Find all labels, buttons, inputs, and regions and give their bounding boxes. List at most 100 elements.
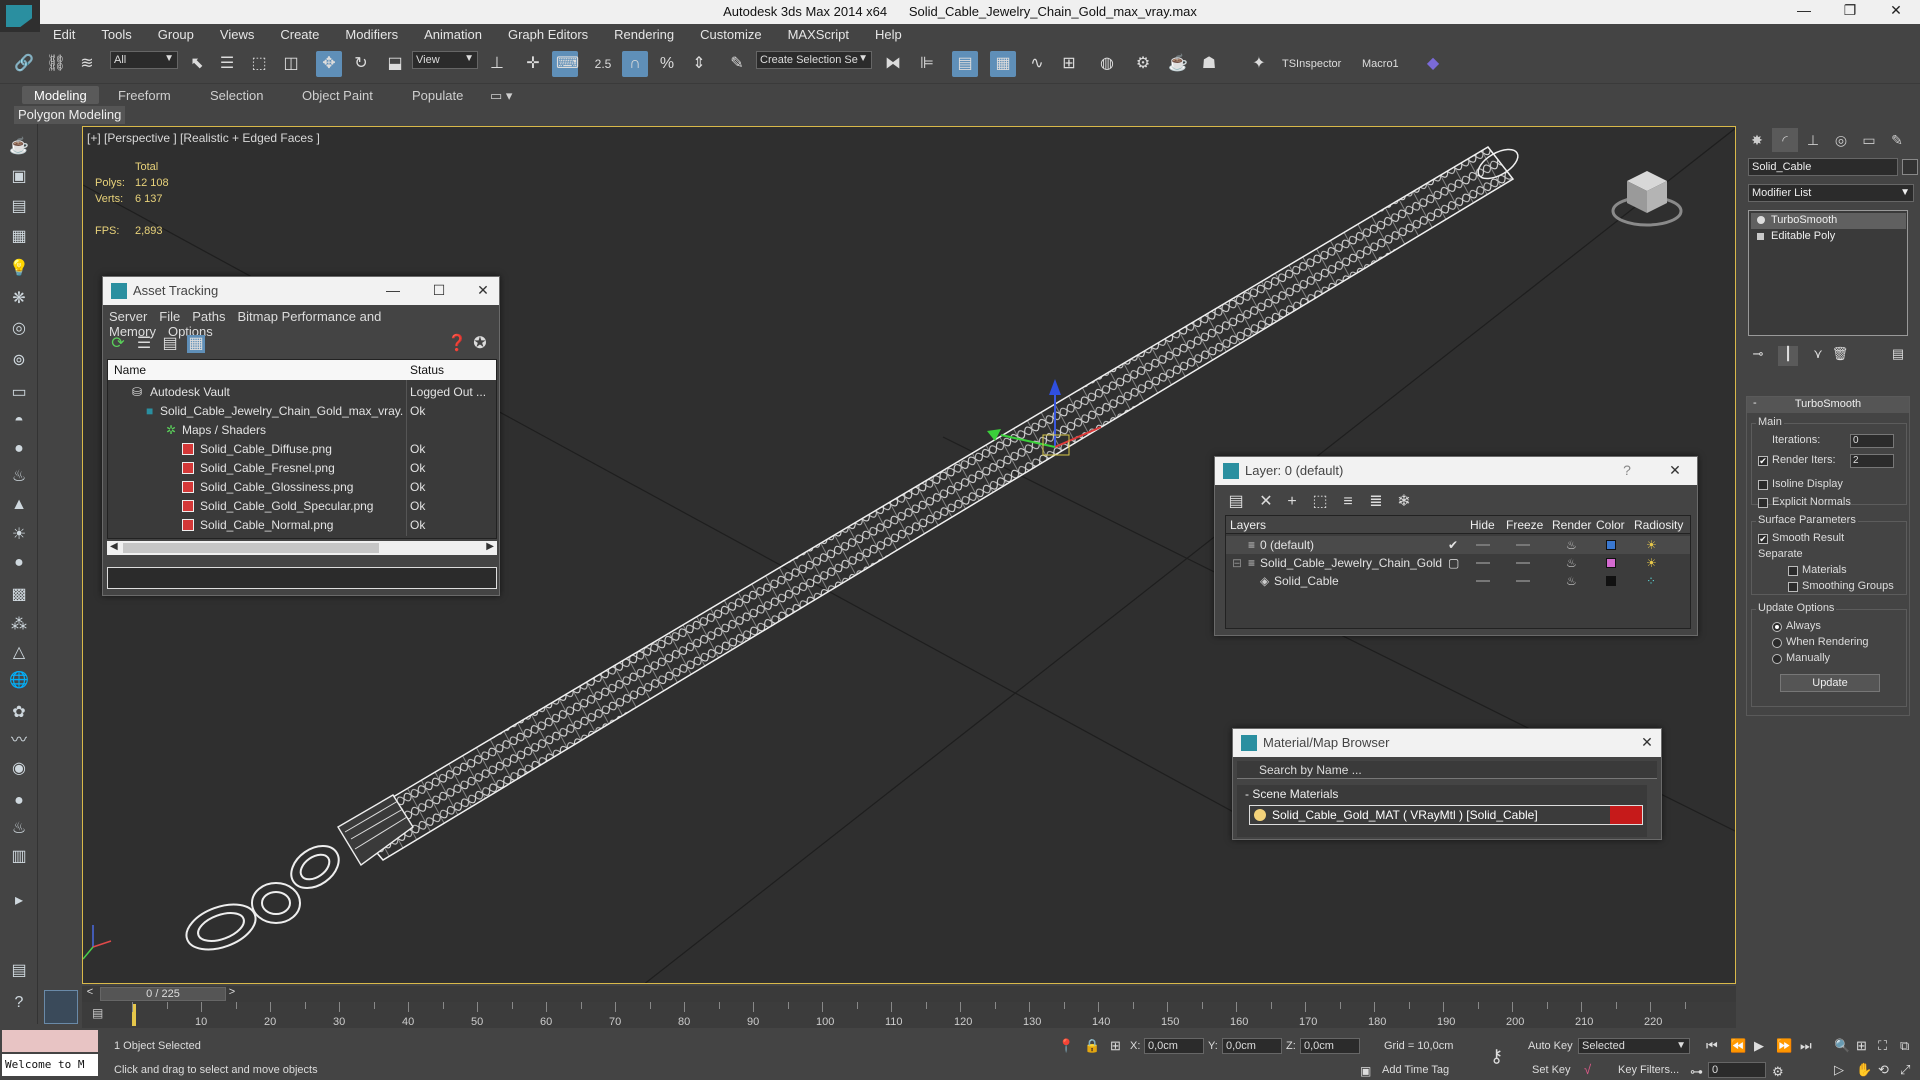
col-render[interactable]: Render xyxy=(1552,518,1591,532)
mini-curve-editor-button[interactable] xyxy=(44,990,78,1024)
mirror-button[interactable]: ⧓ xyxy=(880,51,906,77)
script-icon[interactable]: ▤ xyxy=(8,960,30,982)
zoom-all-icon[interactable]: ⊞ xyxy=(1856,1038,1867,1054)
grid-icon[interactable]: ▩ xyxy=(8,584,30,606)
layer-color-swatch[interactable] xyxy=(1606,558,1616,568)
plant-icon[interactable]: ✿ xyxy=(8,702,30,724)
material-browser-window[interactable]: Material/Map Browser ✕ ▼ Search by Name … xyxy=(1232,728,1662,840)
stack-item-turbosmooth[interactable]: TurboSmooth xyxy=(1751,213,1906,229)
auto-key-button[interactable]: Auto Key xyxy=(1528,1040,1573,1052)
blue-sphere-icon[interactable]: ● xyxy=(8,790,30,812)
freeze-all-icon[interactable]: ❄ xyxy=(1395,493,1413,511)
curve-editor-button[interactable]: ∿ xyxy=(1024,51,1050,77)
asset-close-button[interactable]: ✕ xyxy=(473,282,493,300)
pivot-center-button[interactable]: ⊥ xyxy=(484,51,510,77)
scroll-right-icon[interactable]: ▶ xyxy=(486,541,494,552)
asset-menu-file[interactable]: File xyxy=(159,309,180,324)
percent-snap-toggle[interactable]: % xyxy=(654,51,680,77)
freeze-toggle[interactable] xyxy=(1516,580,1530,582)
angle-snap-toggle[interactable]: ∩ xyxy=(622,51,648,77)
torus-icon[interactable]: ◎ xyxy=(8,318,30,340)
maximize-viewport-icon[interactable]: ⤢ xyxy=(1900,1062,1910,1078)
hide-toggle[interactable] xyxy=(1476,562,1490,564)
configure-sets-icon[interactable]: ▤ xyxy=(1888,346,1908,366)
play-icon[interactable]: ▶ xyxy=(1754,1038,1764,1054)
zoom-extents-all-icon[interactable]: ⧉ xyxy=(1900,1038,1909,1054)
scene-explorer-button[interactable]: ▦ xyxy=(990,51,1016,77)
active-check-icon[interactable]: ✔ xyxy=(1448,538,1458,552)
asset-minimize-button[interactable]: — xyxy=(383,282,403,300)
go-to-end-icon[interactable]: ⏭ xyxy=(1800,1038,1812,1054)
rotate-button[interactable]: ↻ xyxy=(348,51,374,77)
list-item[interactable]: ⛁ Autodesk Vault Logged Out ... xyxy=(108,382,496,401)
zoom-extents-icon[interactable]: ⛶ xyxy=(1878,1038,1887,1054)
menu-views[interactable]: Views xyxy=(207,27,267,42)
layer-help-button[interactable]: ? xyxy=(1617,462,1637,480)
render-teapot-icon[interactable]: ♨ xyxy=(1566,538,1577,552)
menu-tools[interactable]: Tools xyxy=(88,27,144,42)
new-layer-icon[interactable]: ▤ xyxy=(1227,493,1245,511)
spinner-snap-toggle[interactable]: ⇕ xyxy=(686,51,712,77)
gold-sphere-icon[interactable]: ● xyxy=(8,552,30,574)
window-crossing-button[interactable]: ◫ xyxy=(278,51,304,77)
render-frame-icon[interactable]: ▣ xyxy=(8,166,30,188)
scene-materials-header[interactable]: - Scene Materials xyxy=(1245,787,1338,801)
set-key-button[interactable]: Set Key xyxy=(1532,1064,1571,1076)
zoom-icon[interactable]: 🔍 xyxy=(1834,1038,1850,1054)
show-end-result-icon[interactable]: ┃ xyxy=(1778,346,1798,366)
material-browser-titlebar[interactable]: Material/Map Browser ✕ xyxy=(1233,729,1661,757)
fov-icon[interactable]: ▷ xyxy=(1834,1062,1844,1078)
bulb-icon[interactable]: 💡 xyxy=(8,258,30,280)
material-item[interactable]: Solid_Cable_Gold_MAT ( VRayMtl ) [Solid_… xyxy=(1249,805,1643,825)
layer-manager-button[interactable]: ▤ xyxy=(952,51,978,77)
hair-icon[interactable]: 〰 xyxy=(8,730,30,752)
viewport-label[interactable]: [+] [Perspective ] [Realistic + Edged Fa… xyxy=(87,131,320,145)
smoothing-groups-checkbox[interactable] xyxy=(1788,582,1798,592)
help-vault-icon[interactable]: ❓ xyxy=(447,335,467,353)
schematic-view-button[interactable]: ⊞ xyxy=(1056,51,1082,77)
always-radio[interactable] xyxy=(1772,622,1782,632)
material-editor-button[interactable]: ◍ xyxy=(1094,51,1120,77)
menu-maxscript[interactable]: MAXScript xyxy=(775,27,862,42)
minimize-button[interactable]: — xyxy=(1784,2,1824,22)
menu-graph-editors[interactable]: Graph Editors xyxy=(495,27,601,42)
utilities-tab-icon[interactable]: ✎ xyxy=(1884,128,1910,152)
layer-close-button[interactable]: ✕ xyxy=(1665,462,1685,480)
radiosity-dots-icon[interactable]: ⁘ xyxy=(1646,574,1656,588)
prev-frame-icon[interactable]: < xyxy=(84,986,96,1002)
col-radiosity[interactable]: Radiosity xyxy=(1634,518,1683,532)
time-tag-icon[interactable]: ▣ xyxy=(1360,1064,1371,1078)
restore-button[interactable]: ❐ xyxy=(1830,2,1870,22)
col-name-header[interactable]: Name xyxy=(114,363,146,377)
menu-customize[interactable]: Customize xyxy=(687,27,774,42)
pin-stack-icon[interactable]: ⊸ xyxy=(1748,346,1768,366)
highlight-selected-icon[interactable]: ≡ xyxy=(1339,493,1357,511)
material-browser-close-button[interactable]: ✕ xyxy=(1637,734,1657,752)
layer-row[interactable]: ⊟ ≡ Solid_Cable_Jewelry_Chain_Gold ▢ ♨ ☀ xyxy=(1226,554,1690,572)
rollout-header[interactable]: - TurboSmooth xyxy=(1747,397,1909,413)
help-icon[interactable]: ? xyxy=(8,992,30,1014)
hemisphere-icon[interactable]: ◓ xyxy=(8,410,30,432)
menu-modifiers[interactable]: Modifiers xyxy=(332,27,411,42)
rect-selection-button[interactable]: ⬚ xyxy=(246,51,272,77)
hierarchy-tab-icon[interactable]: ⊥ xyxy=(1800,128,1826,152)
render-setup-button[interactable]: ⚙ xyxy=(1130,51,1156,77)
key-mode-toggle-icon[interactable]: ⊶ xyxy=(1690,1064,1703,1080)
menu-group[interactable]: Group xyxy=(145,27,207,42)
list-item[interactable]: ✲ Maps / Shaders xyxy=(108,420,496,439)
track-bar[interactable]: 10 20 30 40 50 60 70 80 90 100 110 120 130 140 150 160 1… xyxy=(82,1002,1736,1028)
teapot-small-icon[interactable]: ♨ xyxy=(8,466,30,488)
prev-key-icon[interactable]: ⏪ xyxy=(1730,1038,1746,1054)
app-logo[interactable] xyxy=(0,0,40,32)
manually-radio[interactable] xyxy=(1772,654,1782,664)
smooth-result-checkbox[interactable]: ✔ xyxy=(1758,534,1768,544)
edit-named-selection-button[interactable]: ✎ xyxy=(724,51,750,77)
hide-toggle[interactable] xyxy=(1476,580,1490,582)
listener-input[interactable]: Welcome to M xyxy=(2,1054,98,1076)
asset-menu-paths[interactable]: Paths xyxy=(192,309,225,324)
horizontal-scrollbar[interactable]: ◀ ▶ xyxy=(107,541,497,555)
render-teapot-icon[interactable]: ♨ xyxy=(1566,574,1577,588)
create-tab-icon[interactable]: ✸ xyxy=(1744,128,1770,152)
align-button[interactable]: ⊫ xyxy=(914,51,940,77)
detail-view-icon[interactable]: ▤ xyxy=(161,335,179,353)
